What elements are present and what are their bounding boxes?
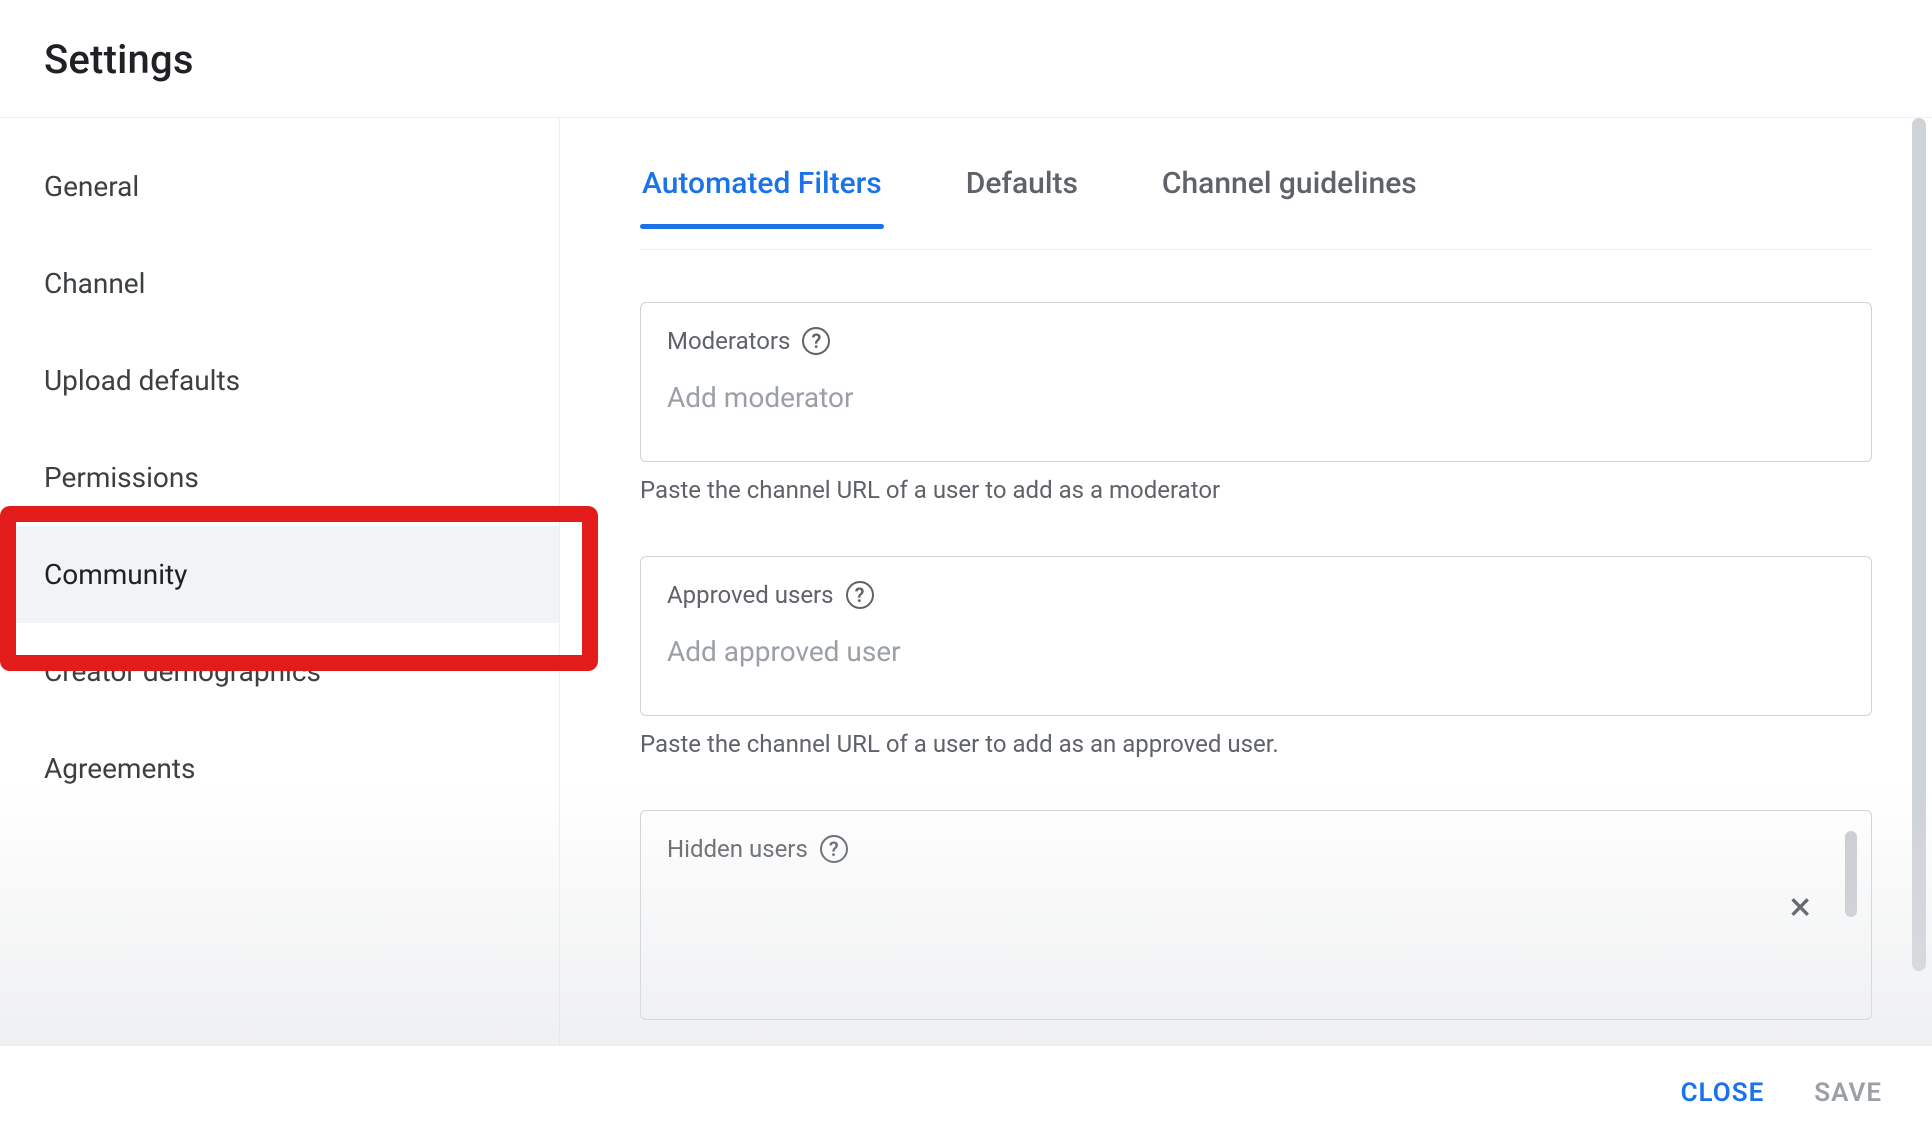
- hidden-field[interactable]: Hidden users ? ×: [640, 810, 1872, 1020]
- approved-label-row: Approved users ?: [667, 581, 1845, 609]
- remove-chip-icon[interactable]: ×: [1790, 883, 1811, 930]
- approved-placeholder: Add approved user: [667, 635, 1845, 668]
- sidebar-item-upload-defaults[interactable]: Upload defaults: [0, 332, 559, 429]
- sidebar-item-agreements[interactable]: Agreements: [0, 720, 559, 817]
- page-title: Settings: [44, 36, 194, 83]
- tab-defaults[interactable]: Defaults: [964, 156, 1080, 227]
- dialog-header: Settings: [0, 0, 1932, 118]
- settings-dialog: Settings General Channel Upload defaults…: [0, 0, 1932, 1140]
- sidebar-item-label: Creator demographics: [44, 655, 321, 688]
- hidden-label-row: Hidden users ?: [667, 835, 1845, 863]
- sidebar-item-label: General: [44, 170, 139, 203]
- moderators-label: Moderators: [667, 327, 790, 355]
- help-icon[interactable]: ?: [802, 327, 830, 355]
- close-button[interactable]: CLOSE: [1681, 1078, 1765, 1108]
- help-icon[interactable]: ?: [846, 581, 874, 609]
- moderators-placeholder: Add moderator: [667, 381, 1845, 414]
- moderators-block: Moderators ? Add moderator Paste the cha…: [640, 302, 1872, 504]
- sidebar-item-community[interactable]: Community: [0, 526, 559, 623]
- tab-label: Automated Filters: [642, 166, 882, 201]
- moderators-label-row: Moderators ?: [667, 327, 1845, 355]
- sidebar-item-label: Channel: [44, 267, 145, 300]
- sidebar-item-label: Community: [44, 558, 187, 591]
- tab-label: Channel guidelines: [1162, 166, 1417, 201]
- save-button[interactable]: SAVE: [1814, 1078, 1882, 1108]
- content-scrollbar[interactable]: [1912, 118, 1926, 971]
- tab-label: Defaults: [966, 166, 1078, 201]
- approved-block: Approved users ? Add approved user Paste…: [640, 556, 1872, 758]
- moderators-field[interactable]: Moderators ? Add moderator: [640, 302, 1872, 462]
- sidebar-item-creator-demographics[interactable]: Creator demographics: [0, 623, 559, 720]
- hidden-label: Hidden users: [667, 835, 808, 863]
- settings-sidebar: General Channel Upload defaults Permissi…: [0, 118, 560, 1045]
- approved-label: Approved users: [667, 581, 834, 609]
- sidebar-item-channel[interactable]: Channel: [0, 235, 559, 332]
- sidebar-item-label: Upload defaults: [44, 364, 240, 397]
- dialog-footer: CLOSE SAVE: [0, 1045, 1932, 1140]
- sidebar-item-general[interactable]: General: [0, 138, 559, 235]
- sidebar-item-label: Permissions: [44, 461, 199, 494]
- approved-field[interactable]: Approved users ? Add approved user: [640, 556, 1872, 716]
- hidden-field-scrollbar[interactable]: [1845, 831, 1857, 917]
- sidebar-item-label: Agreements: [44, 752, 195, 785]
- moderators-helper: Paste the channel URL of a user to add a…: [640, 476, 1872, 504]
- help-icon[interactable]: ?: [820, 835, 848, 863]
- hidden-block: Hidden users ? ×: [640, 810, 1872, 1020]
- tab-automated-filters[interactable]: Automated Filters: [640, 156, 884, 227]
- tab-channel-guidelines[interactable]: Channel guidelines: [1160, 156, 1419, 227]
- hidden-placeholder: [667, 889, 1845, 949]
- community-tabs: Automated Filters Defaults Channel guide…: [640, 118, 1872, 250]
- dialog-body: General Channel Upload defaults Permissi…: [0, 118, 1932, 1045]
- approved-helper: Paste the channel URL of a user to add a…: [640, 730, 1872, 758]
- sidebar-item-permissions[interactable]: Permissions: [0, 429, 559, 526]
- settings-content: Automated Filters Defaults Channel guide…: [560, 118, 1932, 1045]
